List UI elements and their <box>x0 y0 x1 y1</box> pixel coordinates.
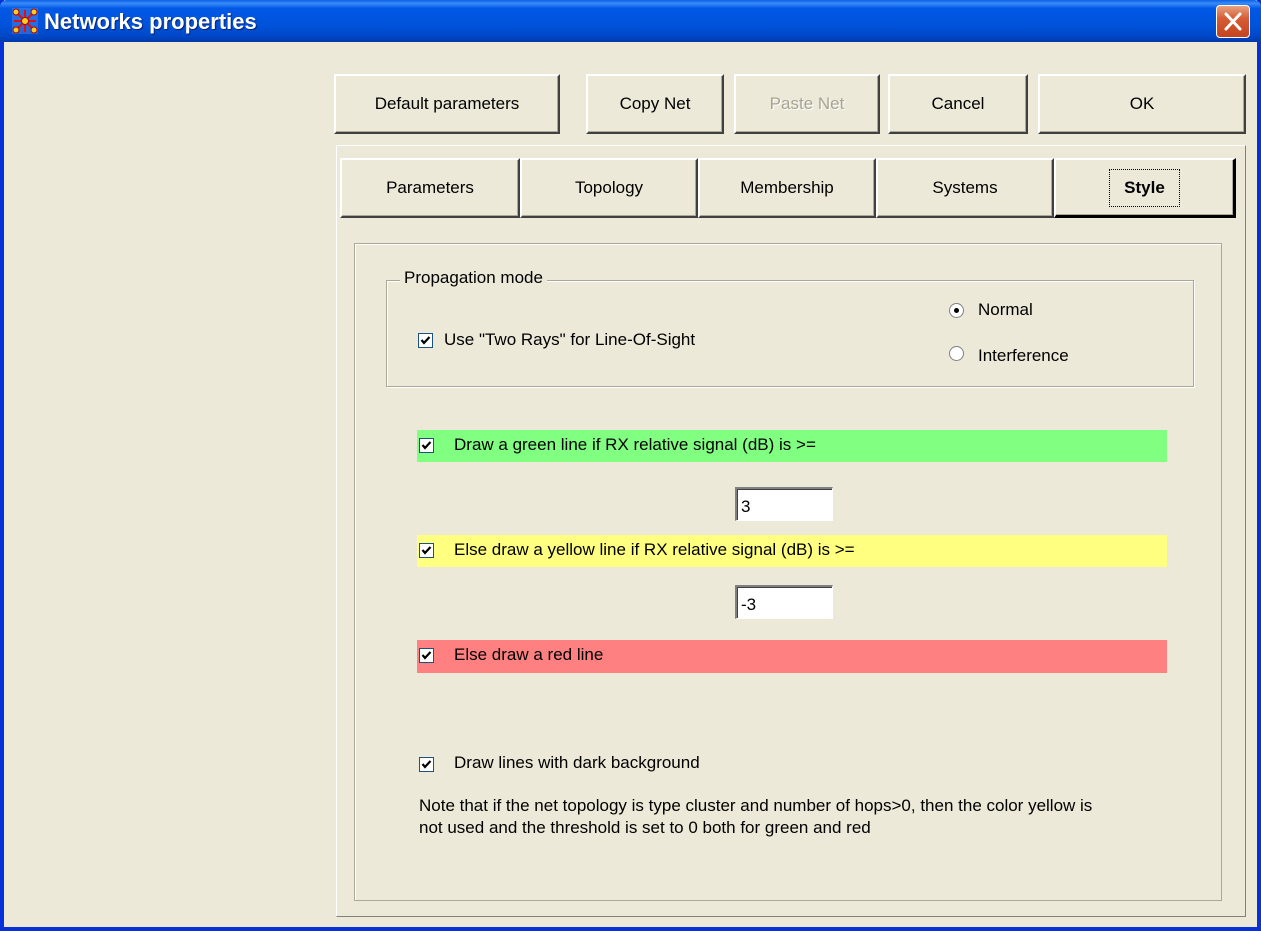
tab-parameters[interactable]: Parameters <box>340 158 520 218</box>
checkmark-icon <box>421 651 432 660</box>
red-line-checkbox[interactable] <box>419 648 434 663</box>
window-title: Networks properties <box>44 9 257 34</box>
copy-net-button[interactable]: Copy Net <box>586 74 724 134</box>
propagation-mode-legend: Propagation mode <box>400 268 547 288</box>
yellow-line-checkbox[interactable] <box>419 543 434 558</box>
dark-background-checkbox[interactable] <box>419 757 434 772</box>
two-rays-label: Use "Two Rays" for Line-Of-Sight <box>444 330 696 349</box>
checkmark-icon <box>421 760 432 769</box>
network-app-icon <box>12 8 38 34</box>
networks-properties-window: Networks properties Default parameters C… <box>0 0 1261 931</box>
checkmark-icon <box>420 336 431 345</box>
radio-normal[interactable] <box>949 303 964 318</box>
radio-selected-dot <box>954 308 959 313</box>
tab-style[interactable]: Style <box>1054 158 1236 218</box>
topology-note: Note that if the net topology is type cl… <box>419 796 1093 837</box>
radio-normal-label: Normal <box>978 300 1033 319</box>
radio-interference-label: Interference <box>978 346 1069 365</box>
close-button[interactable] <box>1216 5 1250 38</box>
radio-interference[interactable] <box>949 346 964 361</box>
checkmark-icon <box>421 441 432 450</box>
yellow-threshold-input[interactable] <box>735 585 833 619</box>
close-icon <box>1224 12 1242 31</box>
green-line-checkbox[interactable] <box>419 438 434 453</box>
yellow-line-label: Else draw a yellow line if RX relative s… <box>454 540 855 559</box>
green-line-label: Draw a green line if RX relative signal … <box>454 435 816 454</box>
green-threshold-input[interactable] <box>735 487 833 521</box>
tab-topology[interactable]: Topology <box>520 158 698 218</box>
paste-net-button[interactable]: Paste Net <box>734 74 880 134</box>
two-rays-checkbox[interactable] <box>418 333 433 348</box>
default-parameters-button[interactable]: Default parameters <box>334 74 560 134</box>
title-bar[interactable]: Networks properties <box>0 0 1261 42</box>
tab-membership[interactable]: Membership <box>698 158 876 218</box>
ok-button[interactable]: OK <box>1038 74 1246 134</box>
dark-background-label: Draw lines with dark background <box>454 753 700 772</box>
red-line-label: Else draw a red line <box>454 645 604 664</box>
checkmark-icon <box>421 546 432 555</box>
tab-systems[interactable]: Systems <box>876 158 1054 218</box>
cancel-button[interactable]: Cancel <box>888 74 1028 134</box>
tab-style-label: Style <box>1109 168 1180 207</box>
